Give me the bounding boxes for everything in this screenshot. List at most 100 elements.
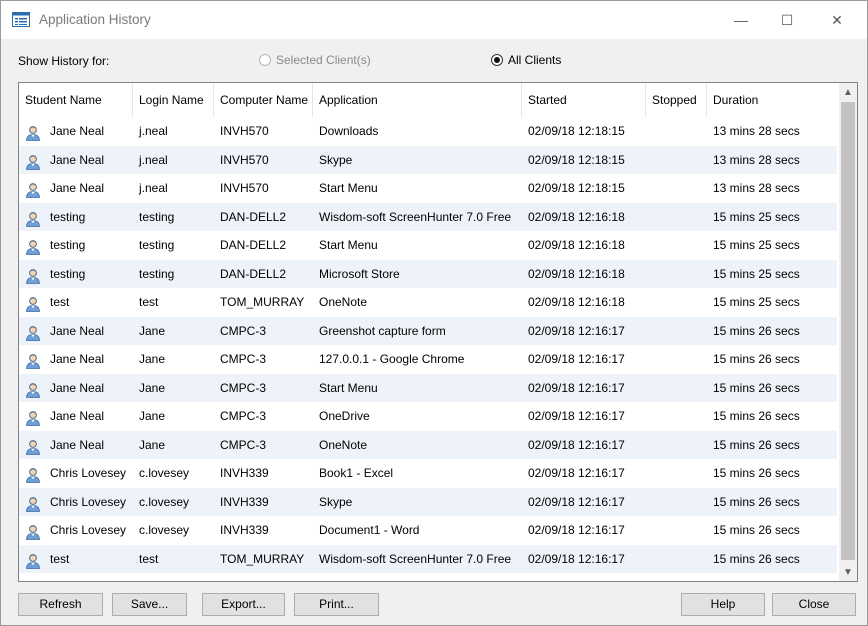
column-header-login-name[interactable]: Login Name	[133, 83, 214, 117]
all-clients-radio[interactable]: All Clients	[491, 53, 561, 67]
cell-application: Start Menu	[319, 238, 378, 252]
cell-duration: 15 mins 25 secs	[713, 266, 800, 281]
cell-duration: 15 mins 26 secs	[713, 494, 800, 509]
minimize-button[interactable]: —	[718, 1, 764, 39]
cell-started: 02/09/18 12:16:17	[528, 380, 625, 395]
selected-clients-radio[interactable]: Selected Client(s)	[259, 53, 371, 67]
cell-login-name: Jane	[139, 380, 166, 395]
cell-duration: 15 mins 26 secs	[713, 380, 800, 395]
table-row[interactable]: testing testing DAN-DELL2 Wisdom-soft Scree…	[19, 202, 837, 232]
history-list[interactable]: Student Name Login Name Computer Name Ap…	[18, 82, 858, 582]
radio-dot	[494, 57, 500, 63]
user-icon	[25, 551, 41, 569]
column-header-student-name[interactable]: Student Name	[19, 83, 133, 117]
cell-computer-name: INVH339	[220, 523, 269, 537]
cell-stopped	[646, 431, 707, 460]
help-button[interactable]: Help	[681, 593, 765, 616]
column-header-stopped[interactable]: Stopped	[646, 83, 707, 117]
cell-student-name: testing	[19, 203, 133, 232]
cell-duration: 15 mins 25 secs	[713, 238, 800, 252]
student-name-text: Chris Lovesey	[50, 523, 127, 537]
cell-stopped	[646, 117, 707, 146]
vertical-scrollbar[interactable]: ▲ ▼	[839, 83, 857, 581]
user-icon	[25, 380, 41, 398]
scroll-thumb[interactable]	[841, 102, 855, 560]
cell-duration: 15 mins 26 secs	[713, 437, 800, 452]
user-icon	[25, 522, 41, 540]
export-button[interactable]: Export...	[202, 593, 285, 616]
cell-login-name: test	[139, 295, 159, 309]
cell-duration: 15 mins 26 secs	[713, 352, 800, 366]
user-icon	[25, 494, 41, 512]
table-row[interactable]: Chris Lovesey c.lovesey INVH339 Skype 02/09/…	[19, 487, 837, 516]
cell-duration: 15 mins 25 secs	[713, 295, 800, 309]
column-header-computer-name[interactable]: Computer Name	[214, 83, 313, 117]
user-icon	[25, 465, 41, 483]
user-icon	[25, 152, 41, 170]
cell-started: 02/09/18 12:16:17	[528, 409, 625, 423]
table-row[interactable]: Jane Neal Jane CMPC-3 OneDrive 02/09/18 12:1…	[19, 402, 837, 431]
student-name-text: testing	[50, 209, 86, 224]
title-bar[interactable]: Application History — ☐ ✕	[1, 1, 867, 39]
student-name-text: Jane Neal	[50, 409, 105, 423]
cell-application: Start Menu	[319, 181, 378, 195]
table-row[interactable]: Jane Neal Jane CMPC-3 127.0.0.1 - Google Ch…	[19, 345, 837, 374]
table-row[interactable]: Jane Neal j.neal INVH570 Downloads 02/09/18 …	[19, 117, 837, 146]
save-button[interactable]: Save...	[112, 593, 187, 616]
cell-duration: 15 mins 26 secs	[713, 523, 800, 537]
cell-computer-name: CMPC-3	[220, 323, 267, 338]
cell-application: OneNote	[319, 295, 368, 309]
table-row[interactable]: Jane Neal Jane CMPC-3 OneNote 02/09/18 12:16…	[19, 430, 837, 460]
cell-started: 02/09/18 12:16:17	[528, 494, 625, 509]
application-history-window: Application History — ☐ ✕ Show History f…	[0, 0, 868, 626]
student-name-text: Chris Lovesey	[50, 466, 127, 480]
table-row[interactable]: Chris Lovesey c.lovesey INVH339 Book1 - Exc…	[19, 459, 837, 488]
table-row[interactable]: Jane Neal j.neal INVH570 Start Menu 02/09/18…	[19, 174, 837, 203]
cell-application: Microsoft Store	[319, 266, 400, 281]
print-button[interactable]: Print...	[294, 593, 379, 616]
cell-stopped	[646, 231, 707, 260]
cell-login-name: j.neal	[139, 124, 168, 138]
cell-application: OneNote	[319, 437, 368, 452]
user-icon	[25, 123, 41, 141]
table-row[interactable]: testing testing DAN-DELL2 Start Menu 02/09/1…	[19, 231, 837, 260]
cell-login-name: testing	[139, 238, 175, 252]
column-header-duration[interactable]: Duration	[707, 83, 837, 117]
scroll-down-icon[interactable]: ▼	[839, 563, 857, 581]
cell-application: Wisdom-soft ScreenHunter 7.0 Free	[319, 551, 512, 566]
cell-login-name: j.neal	[139, 152, 168, 167]
close-button[interactable]: Close	[772, 593, 856, 616]
cell-application: Book1 - Excel	[319, 466, 394, 480]
cell-computer-name: INVH570	[220, 152, 269, 167]
column-header-application[interactable]: Application	[313, 83, 522, 117]
cell-application: Wisdom-soft ScreenHunter 7.0 Free	[319, 209, 512, 224]
cell-login-name: testing	[139, 266, 175, 281]
cell-computer-name: CMPC-3	[220, 352, 267, 366]
refresh-button[interactable]: Refresh	[18, 593, 103, 616]
cell-student-name: test	[19, 288, 133, 317]
table-row[interactable]: Jane Neal Jane CMPC-3 Start Menu 02/09/18 12…	[19, 373, 837, 402]
cell-application: Skype	[319, 494, 353, 509]
cell-stopped	[646, 402, 707, 431]
table-row[interactable]: testing testing DAN-DELL2 Microsoft Store 02…	[19, 259, 837, 289]
maximize-button[interactable]: ☐	[764, 1, 810, 39]
cell-computer-name: CMPC-3	[220, 409, 267, 423]
show-history-label: Show History for:	[18, 54, 110, 68]
scroll-up-icon[interactable]: ▲	[839, 83, 857, 101]
cell-duration: 15 mins 26 secs	[713, 409, 800, 423]
table-row[interactable]: Jane Neal j.neal INVH570 Skype 02/09/18 12:1…	[19, 145, 837, 174]
table-row[interactable]: Chris Lovesey c.lovesey INVH339 Document1 -…	[19, 516, 837, 545]
close-window-button[interactable]: ✕	[814, 1, 860, 39]
student-name-text: test	[50, 295, 70, 309]
column-header-started[interactable]: Started	[522, 83, 646, 117]
cell-duration: 13 mins 28 secs	[713, 181, 800, 195]
student-name-text: Chris Lovesey	[50, 494, 127, 509]
window-title: Application History	[39, 12, 151, 27]
cell-computer-name: DAN-DELL2	[220, 266, 287, 281]
table-row[interactable]: test test TOM_MURRAY Wisdom-soft ScreenHunt…	[19, 544, 837, 573]
cell-student-name: Chris Lovesey	[19, 459, 133, 488]
table-row[interactable]: test test TOM_MURRAY OneNote 02/09/18 12:16:…	[19, 288, 837, 317]
all-clients-label: All Clients	[508, 53, 562, 67]
cell-student-name: testing	[19, 260, 133, 289]
table-row[interactable]: Jane Neal Jane CMPC-3 Greenshot capture for…	[19, 316, 837, 345]
